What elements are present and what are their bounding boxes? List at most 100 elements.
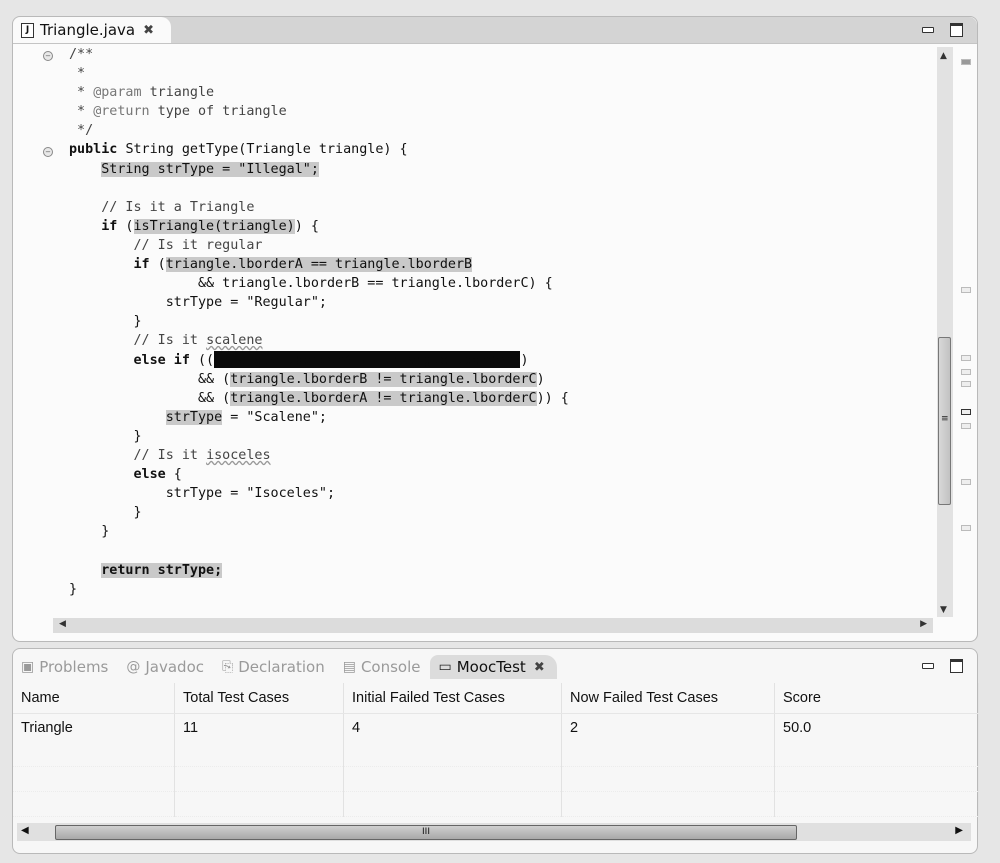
code-line[interactable]: }	[69, 522, 927, 541]
fold-collapse-icon[interactable]: −	[43, 51, 53, 61]
code-line[interactable]: strType = "Isoceles";	[69, 484, 927, 503]
overview-marker[interactable]	[961, 525, 971, 531]
horizontal-scrollbar[interactable]: ◀ ▶	[53, 618, 933, 633]
scroll-left-arrow-icon[interactable]: ◀	[21, 825, 29, 836]
horizontal-scroll-thumb[interactable]: III	[55, 825, 797, 840]
tab-problems[interactable]: ▣ Problems	[21, 658, 108, 676]
code-line[interactable]: if (isTriangle(triangle)) {	[69, 217, 927, 236]
code-editor[interactable]: /** * * @param triangle * @return type o…	[69, 45, 927, 599]
code-line[interactable]: && (triangle.lborderB != triangle.lborde…	[69, 370, 927, 389]
column-header-name[interactable]: Name	[13, 683, 175, 714]
scroll-up-arrow-icon[interactable]: ▲	[940, 51, 947, 61]
code-token: triangle.lborderA == triangle.lborderB	[165, 257, 473, 273]
overview-marker[interactable]	[961, 369, 971, 375]
column-header-score[interactable]: Score	[774, 683, 979, 714]
code-token: public	[69, 142, 126, 158]
table-row[interactable]: Triangle 11 4 2 50.0	[13, 713, 979, 742]
overview-marker[interactable]	[961, 409, 971, 415]
code-line[interactable]: strType = "Regular";	[69, 293, 927, 312]
code-line[interactable]	[69, 541, 927, 560]
tab-console[interactable]: ▤ Console	[343, 658, 421, 676]
fold-collapse-icon[interactable]: −	[43, 147, 53, 157]
code-token: @param	[93, 85, 142, 101]
scroll-down-arrow-icon[interactable]: ▼	[940, 605, 947, 615]
code-token: }	[69, 524, 110, 540]
code-token: (	[117, 218, 134, 234]
code-line[interactable]: // Is it isoceles	[69, 446, 927, 465]
code-line[interactable]: }	[69, 503, 927, 522]
code-line[interactable]: && triangle.lborderB == triangle.lborder…	[69, 274, 927, 293]
maximize-button[interactable]	[950, 659, 963, 673]
code-token: // Is it	[69, 333, 207, 349]
maximize-button[interactable]	[950, 23, 963, 37]
minimize-button[interactable]	[922, 663, 934, 669]
overview-marker[interactable]	[961, 59, 971, 65]
code-token: String strType = "Illegal";	[101, 161, 319, 177]
column-header-now-failed[interactable]: Now Failed Test Cases	[561, 683, 775, 714]
code-line[interactable]: */	[69, 121, 927, 140]
bottom-view-panel: ▣ Problems @ Javadoc ⎘ Declaration ▤ Con…	[12, 648, 979, 854]
at-icon: @	[126, 659, 141, 675]
code-token: /**	[69, 47, 94, 62]
code-line[interactable]: String strType = "Illegal";	[69, 160, 927, 179]
code-line[interactable]: && (triangle.lborderA != triangle.lborde…	[69, 389, 927, 408]
code-token: ((	[189, 352, 215, 368]
code-line[interactable]: // Is it a Triangle	[69, 198, 927, 217]
overview-marker[interactable]	[961, 381, 971, 387]
code-token: )) {	[536, 390, 569, 406]
code-line[interactable]: }	[69, 580, 927, 599]
code-token: }	[69, 505, 142, 521]
code-line[interactable]: }	[69, 312, 927, 331]
code-line[interactable]: if (triangle.lborderA == triangle.lborde…	[69, 255, 927, 274]
editor-tab-bar: J Triangle.java ✖	[13, 17, 977, 44]
code-line[interactable]: else if ((triangle.lborderA != triangle.…	[69, 351, 927, 370]
code-token: return strType;	[101, 562, 223, 578]
code-line[interactable]: // Is it scalene	[69, 331, 927, 350]
close-icon[interactable]: ✖	[534, 660, 545, 675]
overview-marker[interactable]	[961, 287, 971, 293]
empty-row	[13, 766, 979, 792]
code-line[interactable]: *	[69, 64, 927, 83]
column-header-total[interactable]: Total Test Cases	[174, 683, 344, 714]
code-line[interactable]	[69, 179, 927, 198]
empty-row	[13, 791, 979, 817]
tab-triangle-java[interactable]: J Triangle.java ✖	[13, 17, 171, 43]
code-line[interactable]: else {	[69, 465, 927, 484]
code-line[interactable]: // Is it regular	[69, 236, 927, 255]
overview-marker[interactable]	[961, 423, 971, 429]
code-token: // Is it regular	[69, 237, 263, 253]
cell-name: Triangle	[13, 713, 175, 742]
overview-marker[interactable]	[961, 355, 971, 361]
code-line[interactable]: * @param triangle	[69, 83, 927, 102]
horizontal-scrollbar[interactable]: ◀ III ▶	[17, 823, 971, 841]
code-token: if	[101, 218, 118, 234]
code-token: strType = "Isoceles";	[69, 486, 336, 502]
overview-marker[interactable]	[961, 479, 971, 485]
close-icon[interactable]: ✖	[143, 23, 154, 38]
code-line[interactable]: * @return type of triangle	[69, 102, 927, 121]
mooctest-results-table: Name Total Test Cases Initial Failed Tes…	[13, 683, 979, 817]
code-line[interactable]: strType = "Scalene";	[69, 408, 927, 427]
overview-ruler[interactable]	[957, 47, 973, 617]
scroll-left-arrow-icon[interactable]: ◀	[59, 619, 66, 629]
code-line[interactable]: }	[69, 427, 927, 446]
tab-javadoc[interactable]: @ Javadoc	[126, 658, 204, 676]
tab-declaration[interactable]: ⎘ Declaration	[222, 658, 325, 676]
code-line[interactable]: public String getType(Triangle triangle)…	[69, 140, 927, 159]
tab-mooctest[interactable]: ▭ MoocTest ✖	[430, 655, 557, 679]
code-line[interactable]: /**	[69, 45, 927, 64]
scroll-right-arrow-icon[interactable]: ▶	[955, 825, 963, 836]
code-token: {	[165, 467, 182, 483]
vertical-scroll-thumb[interactable]: ≡	[938, 337, 951, 505]
minimize-button[interactable]	[922, 27, 934, 33]
code-line[interactable]: return strType;	[69, 561, 927, 580]
vertical-scrollbar[interactable]: ▲ ≡ ▼	[937, 47, 953, 617]
code-token: *	[69, 104, 94, 120]
column-header-initial-failed[interactable]: Initial Failed Test Cases	[343, 683, 562, 714]
code-token: String getType(Triangle triangle) {	[125, 142, 408, 158]
code-token: triangle.lborderA != triangle.lborderC	[230, 390, 537, 406]
scroll-right-arrow-icon[interactable]: ▶	[920, 619, 927, 629]
